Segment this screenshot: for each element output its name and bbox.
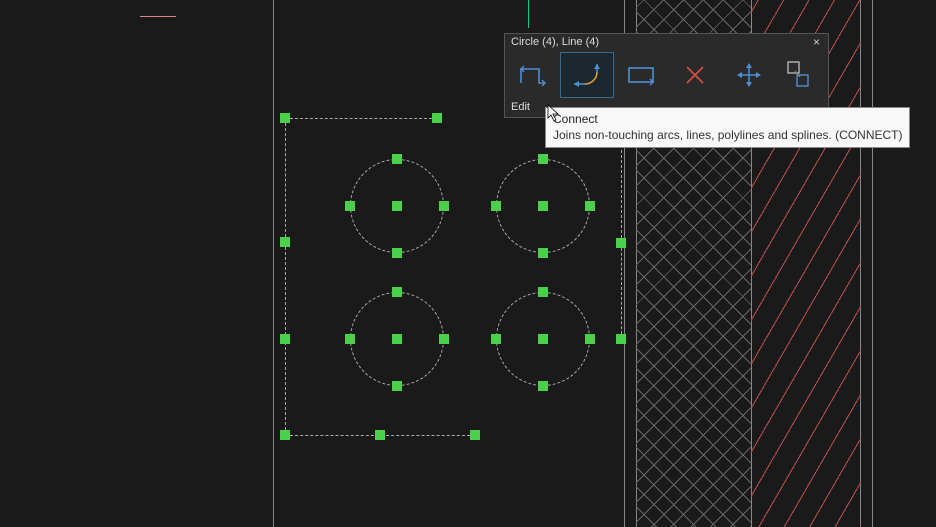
tooltip-description: Joins non-touching arcs, lines, polyline… bbox=[553, 127, 902, 143]
grip[interactable] bbox=[345, 201, 355, 211]
grip[interactable] bbox=[392, 154, 402, 164]
connect-button[interactable] bbox=[560, 52, 614, 98]
explode-icon bbox=[784, 60, 812, 90]
closed-polyline-button[interactable] bbox=[614, 52, 668, 98]
grip[interactable] bbox=[392, 287, 402, 297]
selected-line[interactable] bbox=[621, 243, 622, 339]
grip[interactable] bbox=[392, 381, 402, 391]
grip[interactable] bbox=[585, 201, 595, 211]
grip[interactable] bbox=[491, 334, 501, 344]
tooltip: Connect Joins non-touching arcs, lines, … bbox=[545, 107, 910, 148]
popup-title-text: Circle (4), Line (4) bbox=[511, 36, 599, 48]
grip[interactable] bbox=[345, 334, 355, 344]
delete-button[interactable] bbox=[668, 52, 722, 98]
grip[interactable] bbox=[538, 334, 548, 344]
grip[interactable] bbox=[375, 430, 385, 440]
selected-line[interactable] bbox=[285, 118, 286, 242]
delete-icon bbox=[683, 63, 707, 87]
grip[interactable] bbox=[280, 237, 290, 247]
grip[interactable] bbox=[470, 430, 480, 440]
grip[interactable] bbox=[538, 248, 548, 258]
grip[interactable] bbox=[280, 113, 290, 123]
grip[interactable] bbox=[616, 238, 626, 248]
grip[interactable] bbox=[538, 154, 548, 164]
grip[interactable] bbox=[585, 334, 595, 344]
selected-line[interactable] bbox=[285, 118, 437, 119]
grip[interactable] bbox=[392, 334, 402, 344]
open-polyline-icon bbox=[517, 63, 549, 87]
grip[interactable] bbox=[392, 201, 402, 211]
move-icon bbox=[736, 62, 762, 88]
move-button[interactable] bbox=[722, 52, 776, 98]
grip[interactable] bbox=[538, 381, 548, 391]
grip[interactable] bbox=[392, 248, 402, 258]
grip[interactable] bbox=[538, 201, 548, 211]
grip[interactable] bbox=[439, 334, 449, 344]
detail-line bbox=[140, 16, 176, 17]
grip[interactable] bbox=[280, 334, 290, 344]
grip[interactable] bbox=[439, 201, 449, 211]
grip[interactable] bbox=[491, 201, 501, 211]
popup-close-button[interactable]: × bbox=[811, 36, 822, 48]
guide-line bbox=[872, 0, 873, 527]
closed-polyline-icon bbox=[625, 64, 657, 86]
popup-toolbar bbox=[505, 51, 828, 99]
axis-tick bbox=[528, 0, 529, 28]
connect-arc-icon bbox=[571, 62, 603, 88]
grip[interactable] bbox=[538, 287, 548, 297]
tooltip-title: Connect bbox=[553, 111, 902, 127]
open-polyline-button[interactable] bbox=[506, 52, 560, 98]
grip[interactable] bbox=[280, 430, 290, 440]
copy-selection-button[interactable] bbox=[776, 52, 820, 98]
grip[interactable] bbox=[432, 113, 442, 123]
grip[interactable] bbox=[616, 334, 626, 344]
guide-line bbox=[273, 0, 274, 527]
quick-edit-popup: Circle (4), Line (4) × bbox=[504, 33, 829, 118]
popup-titlebar[interactable]: Circle (4), Line (4) × bbox=[505, 34, 828, 51]
